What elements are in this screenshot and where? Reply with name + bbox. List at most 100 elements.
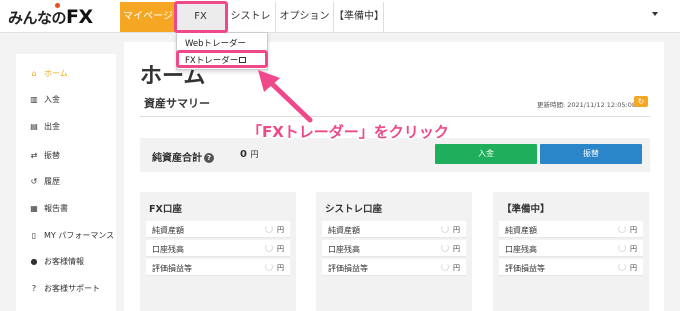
- row-unit: 円: [453, 226, 460, 234]
- logo-dot: [55, 3, 60, 8]
- row-unit: 円: [630, 226, 637, 234]
- annotation-callout: 「FXトレーダー」をクリック: [247, 123, 449, 141]
- loading-icon: [618, 263, 626, 271]
- table-row: 評価損益等 円: [146, 259, 290, 276]
- sidebar-item-deposit[interactable]: ▥ 入金: [28, 94, 60, 105]
- row-unit: 円: [277, 245, 284, 253]
- row-label: 口座残高: [328, 245, 360, 254]
- loading-icon: [618, 225, 626, 233]
- loading-icon: [618, 244, 626, 252]
- sidebar-item-label: MY パフォーマンス: [44, 231, 115, 240]
- sidebar-item-performance[interactable]: ▯ MY パフォーマンス: [28, 230, 114, 241]
- performance-icon: ▯: [31, 231, 37, 240]
- bank-icon: ▥: [30, 95, 38, 104]
- table-row: 口座残高 円: [322, 240, 466, 257]
- row-unit: 円: [453, 245, 460, 253]
- refresh-icon: ↻: [637, 97, 645, 106]
- report-icon: ▦: [30, 204, 38, 213]
- net-assets-label: 純資産合計?: [152, 149, 214, 164]
- sidebar-item-label: 入金: [44, 95, 60, 104]
- table-row: 評価損益等 円: [499, 259, 643, 276]
- panel-title: FX口座: [149, 204, 182, 215]
- tab-option[interactable]: オプション: [276, 2, 334, 32]
- menu-item-web-trader[interactable]: Webトレーダー: [185, 37, 246, 49]
- sidebar: ⌂ ホーム ▥ 入金 ▤ 出金 ⇄ 振替 ↺ 履歴 ▦ 報告書 ▯ MY パフォーマンス ● お…: [16, 54, 116, 311]
- sidebar-item-home[interactable]: ⌂ ホーム: [28, 68, 68, 79]
- table-row: 純資産額 円: [322, 221, 466, 238]
- home-icon: ⌂: [31, 69, 37, 78]
- sidebar-item-label: 履歴: [44, 177, 60, 186]
- tab-systrade[interactable]: シストレ: [226, 2, 276, 32]
- panel-systrade-account: シストレ口座 純資産額 円 口座残高 円 評価損益等 円: [316, 192, 472, 311]
- user-icon: ●: [30, 257, 38, 266]
- history-icon: ↺: [30, 177, 38, 186]
- sidebar-item-label: 報告書: [44, 204, 68, 213]
- logo[interactable]: みんなのFX: [8, 3, 93, 28]
- net-assets-label-text: 純資産合計: [152, 153, 202, 164]
- transfer-icon: ⇄: [30, 151, 38, 160]
- loading-icon: [265, 225, 273, 233]
- loading-icon: [441, 263, 449, 271]
- refresh-button[interactable]: ↻: [634, 96, 648, 107]
- net-assets-number: 0: [240, 149, 247, 160]
- chevron-down-icon[interactable]: [652, 12, 658, 16]
- row-label: 純資産額: [328, 226, 360, 235]
- row-value: 円: [265, 263, 284, 273]
- panel-preparing: 【準備中】 純資産額 円 口座残高 円 評価損益等 円: [493, 192, 649, 311]
- row-value: 円: [441, 263, 460, 273]
- main-content: ホーム 資産サマリー 更新時間: 2021/11/12 12:05:08 ↻ 純…: [124, 42, 664, 311]
- loading-icon: [441, 244, 449, 252]
- loading-icon: [265, 263, 273, 271]
- logo-fx: FX: [66, 6, 93, 28]
- logo-text: みんなの: [8, 9, 67, 27]
- table-row: 口座残高 円: [499, 240, 643, 257]
- row-value: 円: [618, 244, 637, 254]
- row-label: 評価損益等: [505, 264, 545, 273]
- row-label: 口座残高: [505, 245, 537, 254]
- sidebar-item-label: ホーム: [44, 69, 68, 78]
- help-icon[interactable]: ?: [204, 153, 214, 163]
- row-value: 円: [265, 244, 284, 254]
- tab-preparing[interactable]: 【準備中】: [334, 2, 384, 32]
- panel-title: 【準備中】: [502, 204, 550, 215]
- table-row: 評価損益等 円: [322, 259, 466, 276]
- row-unit: 円: [630, 264, 637, 272]
- row-value: 円: [618, 263, 637, 273]
- deposit-button[interactable]: 入金: [435, 144, 537, 164]
- sidebar-item-label: 出金: [44, 122, 60, 131]
- row-value: 円: [265, 225, 284, 235]
- sidebar-item-support[interactable]: ? お客様サポート: [28, 283, 100, 294]
- loading-icon: [265, 244, 273, 252]
- table-row: 純資産額 円: [499, 221, 643, 238]
- sidebar-item-label: お客様情報: [44, 257, 84, 266]
- sidebar-item-report[interactable]: ▦ 報告書: [28, 203, 68, 214]
- row-label: 評価損益等: [328, 264, 368, 273]
- net-assets-total: 純資産合計? 0 円 入金 振替: [140, 138, 650, 172]
- fx-tab-highlight: [174, 1, 228, 33]
- tab-mypage[interactable]: マイページ: [120, 2, 176, 32]
- withdraw-icon: ▤: [30, 122, 38, 131]
- sidebar-item-transfer[interactable]: ⇄ 振替: [28, 150, 60, 161]
- row-label: 口座残高: [152, 245, 184, 254]
- row-label: 純資産額: [152, 226, 184, 235]
- annotation-arrow: [258, 70, 313, 123]
- transfer-button[interactable]: 振替: [540, 144, 642, 164]
- panel-title: シストレ口座: [325, 204, 383, 215]
- row-unit: 円: [630, 245, 637, 253]
- row-value: 円: [441, 244, 460, 254]
- fx-trader-highlight: [176, 50, 268, 68]
- sidebar-item-customer-info[interactable]: ● お客様情報: [28, 256, 85, 267]
- row-label: 純資産額: [505, 226, 537, 235]
- net-assets-unit: 円: [250, 150, 259, 159]
- row-value: 円: [618, 225, 637, 235]
- sidebar-item-withdraw[interactable]: ▤ 出金: [28, 121, 60, 132]
- row-value: 円: [441, 225, 460, 235]
- table-row: 口座残高 円: [146, 240, 290, 257]
- updated-time: 更新時間: 2021/11/12 12:05:08: [537, 101, 636, 109]
- sidebar-item-label: 振替: [44, 151, 60, 160]
- asset-summary-title: 資産サマリー: [144, 97, 210, 110]
- net-assets-value: 0 円: [240, 149, 258, 160]
- divider: [140, 116, 650, 117]
- panel-fx-account: FX口座 純資産額 円 口座残高 円 評価損益等 円: [140, 192, 296, 311]
- sidebar-item-history[interactable]: ↺ 履歴: [28, 176, 60, 187]
